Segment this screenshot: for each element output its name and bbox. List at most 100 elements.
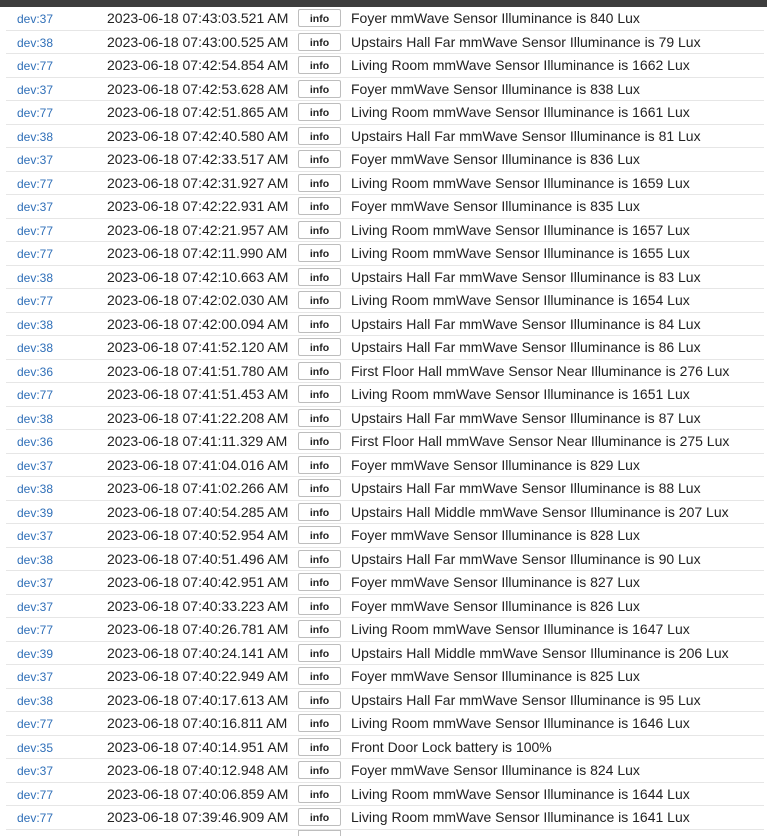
- log-message: First Floor Hall mmWave Sensor Near Illu…: [351, 433, 730, 449]
- device-link[interactable]: dev:37: [17, 529, 53, 543]
- log-row: dev:38 2023-06-18 07:42:00.094 AM info Upst…: [6, 313, 764, 336]
- log-level-badge[interactable]: info: [298, 32, 341, 51]
- log-row: dev:37 2023-06-18 07:42:53.628 AM info Foye…: [6, 78, 764, 101]
- log-row: dev:37 2023-06-18 07:40:42.951 AM info Foye…: [6, 571, 764, 595]
- device-link[interactable]: dev:77: [17, 177, 53, 191]
- log-level-badge[interactable]: info: [298, 761, 341, 779]
- log-row: dev:38 2023-06-18 07:43:00.525 AM info Upst…: [6, 31, 764, 54]
- log-row: dev:39 2023-06-18 07:40:54.285 AM info Upst…: [6, 501, 764, 524]
- device-link[interactable]: dev:77: [17, 106, 53, 120]
- log-message: Living Room mmWave Sensor Illuminance is…: [351, 57, 690, 73]
- log-level-badge[interactable]: info: [298, 432, 341, 450]
- log-level-badge[interactable]: info: [298, 197, 341, 215]
- log-level-badge[interactable]: info: [298, 173, 341, 192]
- log-level-badge[interactable]: info: [298, 784, 341, 803]
- device-link[interactable]: dev:37: [17, 764, 53, 778]
- log-row: dev:38 2023-06-18 07:40:51.496 AM info Upst…: [6, 548, 764, 571]
- log-row: dev:77 2023-06-18 07:42:21.957 AM info Livi…: [6, 219, 764, 242]
- device-link[interactable]: dev:37: [17, 83, 53, 97]
- device-link[interactable]: dev:37: [17, 670, 53, 684]
- log-message: Upstairs Hall Far mmWave Sensor Illumina…: [351, 315, 701, 332]
- log-row: dev:37 2023-06-18 07:43:03.521 AM info Foye…: [6, 7, 764, 31]
- device-link[interactable]: dev:37: [17, 153, 53, 167]
- log-timestamp: 2023-06-18 07:42:21.957 AM: [107, 221, 289, 238]
- log-row: dev:77 2023-06-18 07:42:31.927 AM info Livi…: [6, 172, 764, 195]
- log-level-badge[interactable]: info: [298, 573, 341, 591]
- device-link[interactable]: dev:38: [17, 553, 53, 567]
- log-level-badge[interactable]: info: [298, 267, 341, 286]
- log-level-badge[interactable]: info: [298, 314, 341, 333]
- log-level-badge[interactable]: info: [298, 103, 341, 121]
- device-link[interactable]: dev:77: [17, 717, 53, 731]
- log-level-badge[interactable]: info: [298, 620, 341, 638]
- log-message: Upstairs Hall Far mmWave Sensor Illumina…: [351, 33, 701, 50]
- log-level-badge[interactable]: info: [298, 338, 341, 356]
- log-level-badge[interactable]: info: [298, 9, 341, 27]
- device-link[interactable]: dev:37: [17, 12, 53, 26]
- log-level-badge[interactable]: info: [298, 79, 341, 98]
- log-level-badge[interactable]: info: [298, 56, 341, 74]
- device-link[interactable]: dev:35: [17, 741, 53, 755]
- log-level-badge[interactable]: info: [298, 690, 341, 709]
- log-row: dev:77 2023-06-18 07:40:06.859 AM info Livi…: [6, 783, 764, 806]
- device-link[interactable]: dev:38: [17, 341, 53, 355]
- log-level-badge[interactable]: info: [298, 408, 341, 427]
- log-message: Upstairs Hall Far mmWave Sensor Illumina…: [351, 409, 701, 426]
- log-level-badge[interactable]: info: [298, 643, 341, 662]
- log-level-badge[interactable]: info: [298, 714, 341, 732]
- device-link[interactable]: dev:77: [17, 59, 53, 73]
- log-row: dev:37 2023-06-18 07:40:22.949 AM info Foye…: [6, 665, 764, 689]
- log-timestamp: 2023-06-18 07:40:24.141 AM: [107, 644, 289, 661]
- device-link[interactable]: dev:37: [17, 459, 53, 473]
- device-link[interactable]: dev:36: [17, 365, 53, 379]
- device-link[interactable]: dev:77: [17, 623, 53, 637]
- log-level-badge[interactable]: info: [298, 808, 341, 826]
- device-link[interactable]: dev:38: [17, 318, 53, 332]
- log-row: dev:38 2023-06-18 07:42:10.663 AM info Upst…: [6, 266, 764, 289]
- device-link[interactable]: dev:37: [17, 576, 53, 590]
- log-level-badge[interactable]: info: [298, 150, 341, 168]
- device-link[interactable]: dev:38: [17, 271, 53, 285]
- device-link[interactable]: dev:77: [17, 294, 53, 308]
- device-link[interactable]: dev:77: [17, 247, 53, 261]
- log-level-badge[interactable]: info: [298, 385, 341, 403]
- device-link[interactable]: dev:37: [17, 600, 53, 614]
- log-level-badge[interactable]: info: [298, 502, 341, 521]
- device-link[interactable]: dev:38: [17, 482, 53, 496]
- log-message: Living Room mmWave Sensor Illuminance is…: [351, 809, 690, 825]
- device-link[interactable]: dev:77: [17, 811, 53, 825]
- log-level-badge[interactable]: info: [298, 479, 341, 497]
- device-link[interactable]: dev:77: [17, 224, 53, 238]
- log-row: dev:37 2023-06-18 07:40:52.954 AM info Foye…: [6, 524, 764, 548]
- log-level-badge[interactable]: info: [298, 549, 341, 568]
- log-message: Living Room mmWave Sensor Illuminance is…: [351, 621, 690, 637]
- log-level-badge[interactable]: info: [298, 126, 341, 145]
- log-level-badge[interactable]: info: [298, 361, 341, 380]
- log-row: dev:38 2023-06-18 07:41:52.120 AM info Upst…: [6, 336, 764, 360]
- device-link[interactable]: dev:38: [17, 412, 53, 426]
- log-timestamp: 2023-06-18 07:39:46.909 AM: [107, 809, 289, 825]
- log-level-badge[interactable]: info: [298, 667, 341, 685]
- device-link[interactable]: dev:39: [17, 647, 53, 661]
- log-timestamp: 2023-06-18 07:42:10.663 AM: [107, 268, 289, 285]
- log-level-badge[interactable]: info: [298, 291, 341, 309]
- device-link[interactable]: dev:38: [17, 694, 53, 708]
- log-level-badge[interactable]: info: [298, 526, 341, 544]
- log-message: Upstairs Hall Far mmWave Sensor Illumina…: [351, 550, 701, 567]
- device-link[interactable]: dev:37: [17, 200, 53, 214]
- log-level-badge[interactable]: info: [298, 596, 341, 615]
- log-timestamp: 2023-06-18 07:41:22.208 AM: [107, 409, 289, 426]
- log-timestamp: 2023-06-18 07:43:03.521 AM: [107, 10, 289, 26]
- device-link[interactable]: dev:77: [17, 788, 53, 802]
- device-link[interactable]: dev:39: [17, 506, 53, 520]
- device-link[interactable]: dev:38: [17, 36, 53, 50]
- log-message: Foyer mmWave Sensor Illuminance is 835 L…: [351, 198, 640, 214]
- log-level-badge[interactable]: info: [298, 244, 341, 262]
- log-level-badge[interactable]: info: [298, 455, 341, 474]
- log-level-badge[interactable]: info: [298, 737, 341, 756]
- log-timestamp: 2023-06-18 07:42:22.931 AM: [107, 198, 289, 214]
- device-link[interactable]: dev:77: [17, 388, 53, 402]
- device-link[interactable]: dev:38: [17, 130, 53, 144]
- log-level-badge[interactable]: info: [298, 220, 341, 239]
- device-link[interactable]: dev:36: [17, 435, 53, 449]
